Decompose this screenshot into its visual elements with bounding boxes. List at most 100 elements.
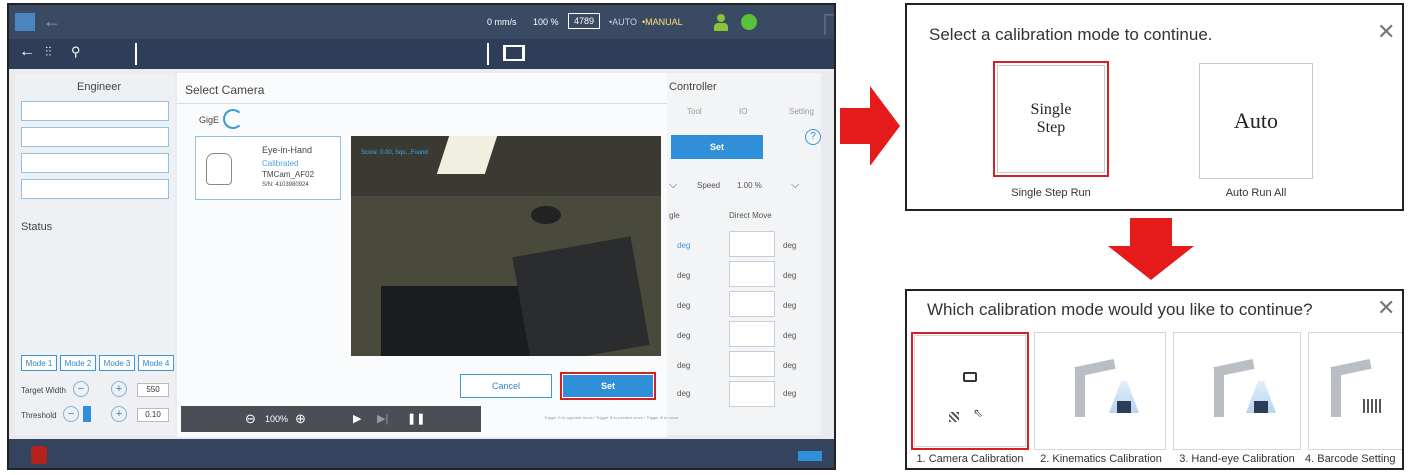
direct-move-field[interactable] (729, 351, 775, 377)
step-icon[interactable]: ▶| (377, 412, 388, 425)
keyboard-icon[interactable] (798, 451, 822, 461)
set-button[interactable]: Set (563, 375, 653, 397)
increase-icon[interactable]: + (111, 381, 127, 397)
text-field-2[interactable] (21, 127, 169, 147)
top-bar: ← 0 mm/s 100 % 4789 •AUTO •MANUAL ⎾ (9, 5, 834, 39)
chevron-down-icon[interactable]: ⌵ (791, 179, 799, 192)
tab-tool[interactable]: Tool (687, 107, 702, 116)
direct-move-field[interactable] (729, 261, 775, 287)
tab-io[interactable]: IO (739, 107, 747, 116)
single-step-caption: Single Step Run (1011, 187, 1091, 199)
decrease-icon[interactable]: − (73, 381, 89, 397)
mode-2-button[interactable]: Mode 2 (60, 355, 96, 371)
calibration-mode-dialog: Select a calibration mode to continue. ✕… (905, 3, 1404, 211)
cancel-button[interactable]: Cancel (460, 374, 552, 398)
auto-label: Auto (1234, 108, 1278, 133)
status-light-icon (741, 14, 757, 30)
kinematics-calibration-card[interactable] (1034, 332, 1166, 450)
error-icon[interactable] (31, 446, 47, 464)
direct-move-field[interactable] (729, 291, 775, 317)
camera-calibration-card[interactable]: ⇖ (914, 335, 1026, 447)
light-spot (436, 136, 498, 174)
increase-icon[interactable]: + (111, 406, 127, 422)
mode-4-button[interactable]: Mode 4 (138, 355, 174, 371)
zoom-out-icon[interactable]: ⊖ (245, 411, 256, 427)
close-icon[interactable]: ✕ (1377, 19, 1395, 45)
pause-icon[interactable]: ❚❚ (407, 412, 425, 425)
camera-model: TMCam_AF02 (262, 170, 315, 179)
joint-unit: deg (677, 301, 691, 310)
target-icon (1254, 401, 1268, 413)
location-pin-icon[interactable]: ⚲ (71, 44, 81, 60)
direct-unit: deg (783, 331, 797, 340)
calibration-type-dialog: Which calibration mode would you like to… (905, 289, 1404, 470)
dark-object (381, 286, 531, 356)
text-field-1[interactable] (21, 101, 169, 121)
mouse-object (531, 206, 561, 224)
single-step-option[interactable]: Single Step (997, 65, 1105, 173)
score-overlay: Score: 0.00, Squ...Found (361, 150, 428, 156)
back-arrow-icon[interactable]: ← (43, 11, 61, 32)
auto-label: •AUTO (609, 17, 637, 27)
target-width-field[interactable]: 550 (137, 383, 169, 397)
direct-move-field[interactable] (729, 381, 775, 407)
dialog-title: Which calibration mode would you like to… (927, 300, 1313, 319)
tab-setting[interactable]: Setting (789, 107, 814, 116)
hand-eye-calibration-card[interactable] (1173, 332, 1301, 450)
chevron-down-icon[interactable]: ⌵ (669, 179, 677, 192)
mode-3-button[interactable]: Mode 3 (99, 355, 135, 371)
refresh-icon[interactable] (223, 109, 243, 129)
target-width-label: Target Width (21, 386, 66, 395)
zoom-in-icon[interactable]: ⊕ (295, 411, 306, 427)
camera-card[interactable]: Eye-in-Hand Calibrated TMCam_AF02 S/N: 4… (195, 136, 341, 200)
controller-panel: Controller Tool IO Setting Set ? ⌵ Speed… (667, 73, 821, 435)
direct-move-field[interactable] (729, 321, 775, 347)
help-icon[interactable]: ? (805, 129, 821, 145)
book-icon[interactable] (503, 45, 525, 61)
speed-percent: 100 % (533, 17, 559, 27)
counter-box: 4789 (568, 13, 601, 29)
mode-1-button[interactable]: Mode 1 (21, 355, 57, 371)
single-step-label-line1: Single (1030, 101, 1072, 118)
sliders-icon[interactable]: ⫶⫶ (45, 44, 52, 60)
joint-unit: deg (677, 241, 691, 250)
joint-unit: deg (677, 331, 691, 340)
threshold-slider[interactable] (83, 406, 91, 422)
arrow-right-icon (840, 86, 900, 166)
camera-name: Eye-in-Hand (262, 145, 313, 155)
play-icon[interactable]: ▶ (353, 412, 361, 425)
divider (135, 43, 137, 65)
direct-unit: deg (783, 241, 797, 250)
robot-arm-icon[interactable]: ⎾ (815, 9, 834, 38)
arrow-down-icon (1108, 218, 1194, 280)
keyboard-object (512, 236, 650, 356)
divider (487, 43, 489, 65)
speed-value[interactable]: 1.00 % (737, 181, 762, 190)
select-camera-panel: Select Camera GigE Eye-in-Hand Calibrate… (177, 73, 667, 437)
back-icon[interactable]: ← (19, 43, 35, 61)
auto-run-option[interactable]: Auto (1199, 63, 1313, 179)
engineer-panel: Engineer Status Mode 1 Mode 2 Mode 3 Mod… (15, 73, 175, 435)
speed-label: Speed (697, 181, 721, 190)
hand-eye-calibration-label: 3. Hand-eye Calibration (1179, 453, 1295, 465)
barcode-icon (1363, 399, 1381, 413)
single-step-label-line2: Step (1036, 119, 1066, 136)
direct-move-field[interactable] (729, 231, 775, 257)
footer-hint: Trigger ⊖ to opposite move / Trigger ⊕ t… (544, 415, 679, 420)
direct-unit: deg (783, 389, 797, 398)
threshold-field[interactable]: 0.10 (137, 408, 169, 422)
camera-view[interactable]: Score: 0.00, Squ...Found (351, 136, 661, 356)
menu-icon[interactable] (15, 13, 35, 31)
text-field-3[interactable] (21, 153, 169, 173)
controller-set-button[interactable]: Set (671, 135, 763, 159)
decrease-icon[interactable]: − (63, 406, 79, 422)
barcode-setting-card[interactable] (1308, 332, 1402, 450)
playback-bar: ⊖ 100% ⊕ ▶ ▶| ❚❚ (181, 406, 481, 432)
speed-readout: 0 mm/s (487, 17, 517, 27)
text-field-4[interactable] (21, 179, 169, 199)
close-icon[interactable]: ✕ (1377, 295, 1395, 321)
target-icon (1117, 401, 1131, 413)
user-icon[interactable] (714, 14, 728, 31)
threshold-label: Threshold (21, 411, 57, 420)
engineer-title: Engineer (77, 81, 122, 93)
